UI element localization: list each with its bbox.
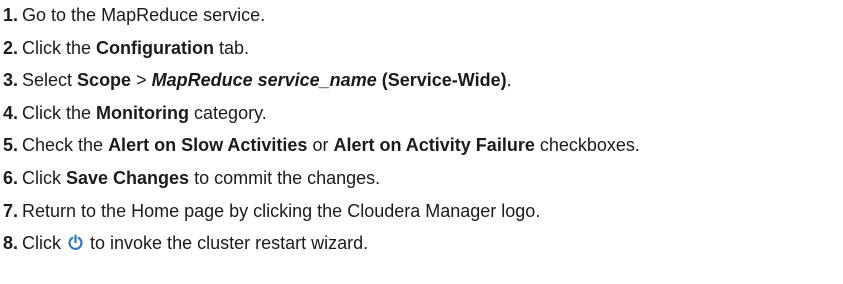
step-text: checkboxes. (534, 135, 640, 156)
step-number: 8. (3, 233, 19, 254)
step-text: Click the (22, 102, 97, 123)
alert-slow-activities-label: Alert on Slow Activities (108, 135, 308, 156)
save-changes-label: Save Changes (66, 167, 190, 188)
step-7: 7. Return to the Home page by clicking th… (3, 201, 843, 234)
step-number: 5. (3, 135, 19, 156)
step-4: 4. Click the Monitoring category. (3, 103, 843, 136)
step-8: 8. Click to invoke the cluster restart wi… (3, 233, 843, 266)
step-number: 2. (3, 37, 19, 58)
step-number: 4. (3, 102, 19, 123)
configuration-tab-label: Configuration (96, 37, 215, 58)
step-text: Check the (22, 135, 109, 156)
power-icon (67, 234, 84, 251)
step-text: Click (22, 167, 67, 188)
step-text: category. (189, 102, 267, 123)
monitoring-category-label: Monitoring (96, 102, 190, 123)
step-text: Go to the MapReduce service. (22, 5, 266, 25)
step-text: or (307, 135, 334, 156)
step-number: 7. (3, 200, 19, 221)
step-6: 6. Click Save Changes to commit the chang… (3, 168, 843, 201)
step-text: Click the (22, 37, 97, 58)
step-text: tab. (214, 37, 250, 58)
step-number: 1. (3, 5, 19, 25)
instruction-list: 1. Go to the MapReduce service. 2. Click t… (3, 5, 843, 266)
step-3: 3. Select Scope > MapReduce service_name … (3, 70, 843, 103)
step-number: 3. (3, 70, 19, 91)
step-text: Click (22, 233, 67, 254)
step-text: to commit the changes. (189, 167, 381, 188)
step-text: Select (22, 70, 78, 91)
step-text: Return to the Home page by clicking the … (22, 200, 541, 221)
step-2: 2. Click the Configuration tab. (3, 38, 843, 71)
step-number: 6. (3, 167, 19, 188)
step-5: 5. Check the Alert on Slow Activities or … (3, 135, 843, 168)
step-text: . (506, 70, 512, 91)
alert-activity-failure-label: Alert on Activity Failure (333, 135, 535, 156)
step-text: to invoke the cluster restart wizard. (85, 233, 369, 254)
service-name-placeholder: MapReduce service_name (151, 70, 377, 91)
step-text: > (131, 70, 152, 91)
step-1: 1. Go to the MapReduce service. (3, 5, 843, 38)
service-wide-label: (Service-Wide) (381, 70, 507, 91)
scope-label: Scope (77, 70, 132, 91)
